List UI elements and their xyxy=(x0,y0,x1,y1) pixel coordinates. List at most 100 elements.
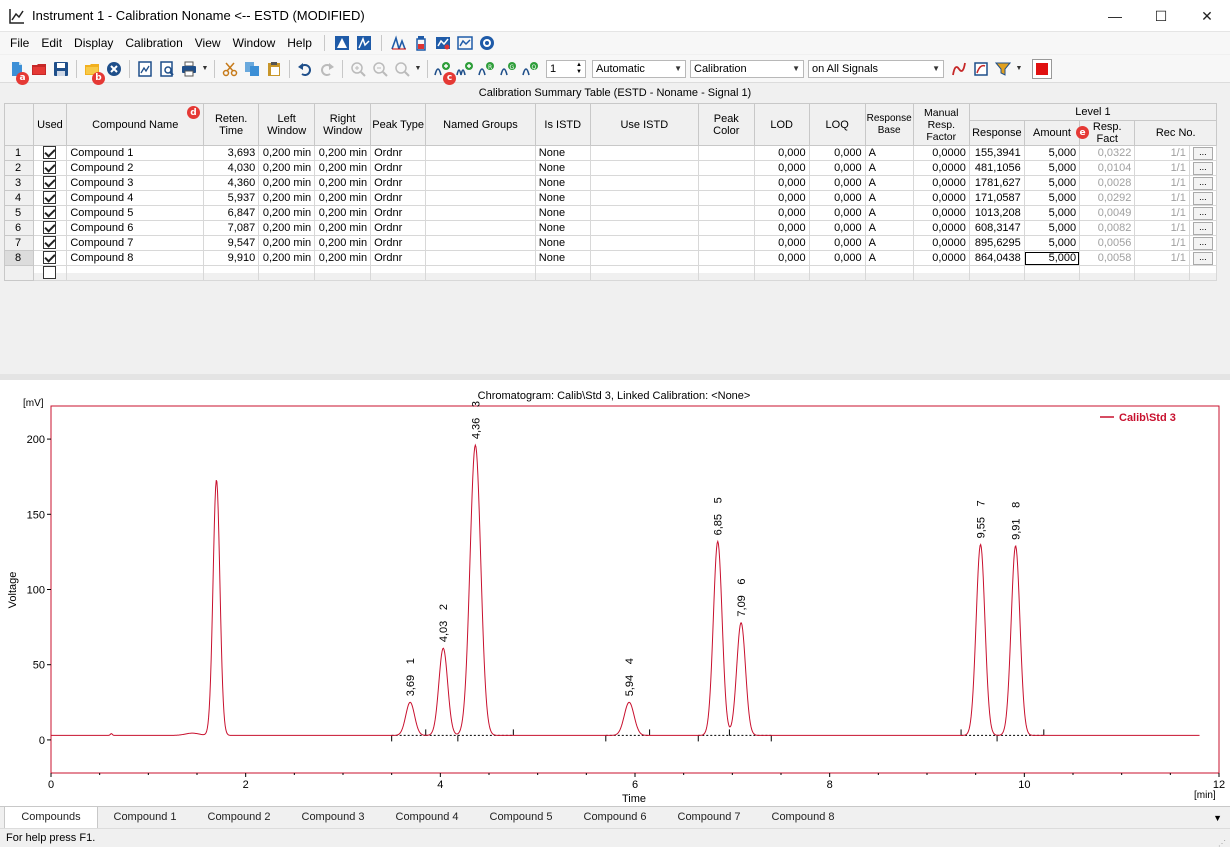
col-header-peak-color[interactable]: Peak Color xyxy=(697,103,755,146)
response-cell[interactable]: 1781,627 xyxy=(968,175,1025,191)
minimize-button[interactable]: — xyxy=(1092,0,1138,32)
response-base-cell[interactable]: A xyxy=(864,235,914,251)
col-header-response-base[interactable]: Response Base xyxy=(864,103,914,146)
empty-cell[interactable] xyxy=(589,265,699,281)
lod-cell[interactable]: 0,000 xyxy=(753,190,810,206)
col-header-right-window[interactable]: Right Window xyxy=(314,103,372,146)
used-checkbox-cell[interactable] xyxy=(32,145,68,161)
peak-color-cell[interactable] xyxy=(697,235,755,251)
retention-time-cell[interactable]: 7,087 xyxy=(203,220,260,236)
add-multiple-peaks-icon[interactable]: c xyxy=(443,58,476,85)
row-options-button[interactable]: ... xyxy=(1192,252,1213,265)
add-recalibration-icon[interactable]: R xyxy=(476,58,498,80)
named-groups-cell[interactable] xyxy=(425,250,536,266)
empty-cell[interactable] xyxy=(697,265,755,281)
open-file-icon[interactable] xyxy=(28,58,50,80)
row-options-cell[interactable]: ... xyxy=(1188,220,1218,236)
used-checkbox-cell[interactable] xyxy=(32,160,68,176)
calibration-icon[interactable] xyxy=(355,34,373,52)
right-window-cell[interactable]: 0,200 min xyxy=(314,205,372,221)
right-window-cell[interactable]: 0,200 min xyxy=(314,160,372,176)
loq-cell[interactable]: 0,000 xyxy=(808,220,866,236)
row-number[interactable]: 3 xyxy=(4,175,34,191)
zoom-dropdown-icon[interactable]: ▼ xyxy=(413,58,423,80)
peak-type-cell[interactable]: Ordnr xyxy=(370,190,427,206)
cut-icon[interactable] xyxy=(219,58,241,80)
use-istd-cell[interactable] xyxy=(589,160,699,176)
loq-cell[interactable]: 0,000 xyxy=(808,145,866,161)
row-options-button[interactable]: ... xyxy=(1192,147,1213,160)
right-window-cell[interactable]: 0,200 min xyxy=(314,220,372,236)
amount-cell[interactable]: 5,000 xyxy=(1023,160,1081,176)
print-icon[interactable] xyxy=(178,58,200,80)
rec-no-cell[interactable]: 1/1 xyxy=(1134,175,1190,191)
named-groups-cell[interactable] xyxy=(425,205,536,221)
calibration-curve-icon[interactable] xyxy=(948,58,970,80)
amount-cell[interactable]: 5,000 xyxy=(1023,235,1081,251)
table-row[interactable]: 4 Compound 4 5,937 0,200 min 0,200 min Ordnr N… xyxy=(4,190,1218,206)
empty-cell[interactable] xyxy=(912,265,970,281)
filter-dropdown-icon[interactable]: ▼ xyxy=(1014,58,1024,80)
use-istd-cell[interactable] xyxy=(589,220,699,236)
loq-cell[interactable]: 0,000 xyxy=(808,175,866,191)
stop-button[interactable] xyxy=(1032,58,1052,79)
resp-fact-cell[interactable]: 0,0104 xyxy=(1079,160,1136,176)
named-groups-cell[interactable] xyxy=(425,220,536,236)
response-cell[interactable]: 608,3147 xyxy=(968,220,1025,236)
lod-cell[interactable]: 0,000 xyxy=(753,175,810,191)
table-row[interactable]: 5 Compound 5 6,847 0,200 min 0,200 min Ordnr N… xyxy=(4,205,1218,221)
row-options-cell[interactable]: ... xyxy=(1188,250,1218,266)
tab-compound-3[interactable]: Compound 3 xyxy=(286,808,380,828)
retention-time-cell[interactable]: 4,030 xyxy=(203,160,260,176)
manual-resp-factor-cell[interactable]: 0,0000 xyxy=(912,205,970,221)
row-number[interactable]: 6 xyxy=(4,220,34,236)
col-header-used[interactable]: Used xyxy=(32,103,68,146)
amount-cell[interactable]: 5,000 xyxy=(1023,205,1081,221)
peak-type-cell[interactable]: Ordnr xyxy=(370,235,427,251)
empty-cell[interactable] xyxy=(1188,265,1218,281)
undo-icon[interactable] xyxy=(294,58,316,80)
tab-compounds[interactable]: Compounds xyxy=(4,806,98,828)
named-groups-cell[interactable] xyxy=(425,190,536,206)
right-window-cell[interactable]: 0,200 min xyxy=(314,145,372,161)
zoom-out-icon[interactable] xyxy=(369,58,391,80)
used-checkbox-cell[interactable] xyxy=(32,205,68,221)
rec-no-cell[interactable]: 1/1 xyxy=(1134,160,1190,176)
sequence-icon[interactable] xyxy=(434,34,452,52)
row-options-cell[interactable]: ... xyxy=(1188,160,1218,176)
peak-type-cell[interactable]: Ordnr xyxy=(370,160,427,176)
is-istd-cell[interactable]: None xyxy=(534,205,591,221)
type-select[interactable]: Calibration ▼ xyxy=(690,59,804,78)
response-base-cell[interactable]: A xyxy=(864,175,914,191)
row-options-button[interactable]: ... xyxy=(1192,207,1213,220)
used-checkbox[interactable] xyxy=(43,251,57,265)
lod-cell[interactable]: 0,000 xyxy=(753,220,810,236)
row-number[interactable]: 8 xyxy=(4,250,34,266)
zoom-fit-icon[interactable] xyxy=(391,58,413,80)
new-file-icon[interactable]: a xyxy=(6,58,29,85)
row-number[interactable]: 1 xyxy=(4,145,34,161)
compound-name-cell[interactable]: Compound 2 xyxy=(66,160,205,176)
col-header-rec-no[interactable]: Rec No. xyxy=(1134,120,1217,146)
retention-time-cell[interactable]: 9,910 xyxy=(203,250,260,266)
report-icon[interactable] xyxy=(134,58,156,80)
row-options-cell[interactable]: ... xyxy=(1188,175,1218,191)
row-number[interactable]: 7 xyxy=(4,235,34,251)
right-window-cell[interactable]: 0,200 min xyxy=(314,250,372,266)
peak-type-cell[interactable]: Ordnr xyxy=(370,250,427,266)
row-options-cell[interactable]: ... xyxy=(1188,145,1218,161)
spinner-arrows-icon[interactable]: ▲ ▼ xyxy=(576,62,582,76)
peak-type-cell[interactable]: Ordnr xyxy=(370,205,427,221)
used-checkbox-cell[interactable] xyxy=(32,235,68,251)
menu-view[interactable]: View xyxy=(189,32,227,54)
menu-calibration[interactable]: Calibration xyxy=(119,32,188,54)
lod-cell[interactable]: 0,000 xyxy=(753,250,810,266)
used-checkbox-cell[interactable] xyxy=(32,190,68,206)
zoom-in-icon[interactable] xyxy=(347,58,369,80)
used-checkbox-cell[interactable] xyxy=(32,220,68,236)
amount-cell[interactable]: 5,000 xyxy=(1023,175,1081,191)
left-window-cell[interactable]: 0,200 min xyxy=(258,190,316,206)
table-row[interactable]: 3 Compound 3 4,360 0,200 min 0,200 min Ordnr N… xyxy=(4,175,1218,191)
response-base-cell[interactable]: A xyxy=(864,205,914,221)
menu-display[interactable]: Display xyxy=(68,32,119,54)
